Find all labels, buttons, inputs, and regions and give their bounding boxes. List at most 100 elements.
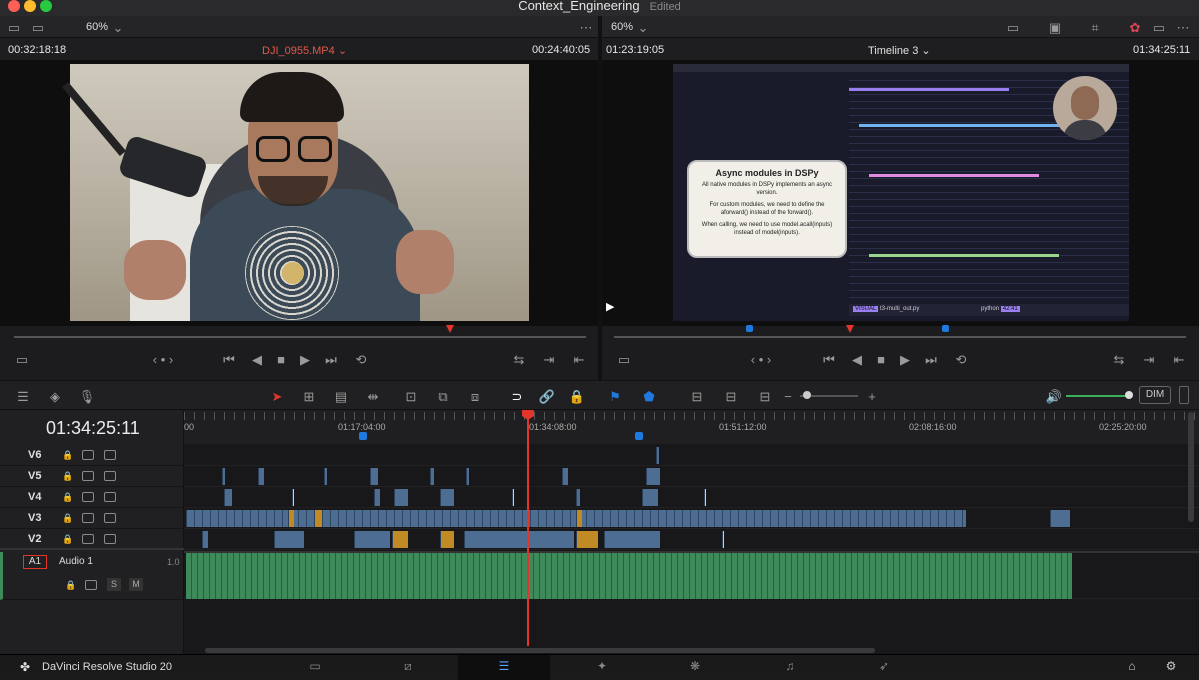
zoom-slider-handle[interactable] [803, 391, 811, 399]
video-clip[interactable] [274, 531, 304, 548]
source-playhead[interactable] [446, 325, 454, 333]
play-overlay-icon[interactable]: ▶ [606, 300, 618, 313]
video-clip[interactable] [722, 531, 724, 548]
hd-output-icon[interactable]: ▣ [1048, 20, 1062, 34]
track-header-v6[interactable]: V6 🔒 [0, 445, 184, 466]
dim-button[interactable]: DIM [1139, 386, 1171, 404]
lane-v5[interactable] [184, 466, 1199, 487]
video-clip[interactable] [656, 447, 659, 464]
auto-select-icon[interactable] [82, 471, 94, 481]
zoom-detail-icon[interactable]: ⊟ [720, 388, 742, 404]
marker[interactable] [359, 432, 367, 440]
marker[interactable] [635, 432, 643, 440]
loop-icon[interactable]: ⟲ [952, 348, 970, 370]
video-clip[interactable] [576, 489, 580, 506]
zoom-in-icon[interactable]: + [866, 388, 878, 404]
video-clip[interactable] [258, 468, 264, 485]
layout-icon[interactable]: ▭ [6, 20, 22, 34]
lock-icon[interactable]: 🔒 [62, 513, 74, 523]
track-header-v2[interactable]: V2 🔒 [0, 529, 184, 550]
marker[interactable] [746, 325, 753, 332]
settings-icon[interactable]: ⚙ [1161, 659, 1181, 675]
clip-view-icon[interactable]: ▭ [14, 348, 30, 370]
lane-v3[interactable] [184, 508, 1199, 529]
fairlight-icon[interactable]: ♫ [780, 659, 800, 675]
auto-select-icon[interactable] [85, 580, 97, 590]
video-clip[interactable] [440, 489, 454, 506]
more-options-icon[interactable]: ⋯ [578, 20, 594, 34]
video-clip[interactable] [512, 489, 514, 506]
auto-select-icon[interactable] [82, 513, 94, 523]
auto-select-icon[interactable] [82, 492, 94, 502]
blade-tool-icon[interactable]: ⇹ [362, 388, 384, 404]
timeline-ruler[interactable]: 00 01:17:04:00 01:34:08:00 01:51:12:00 0… [184, 410, 1199, 444]
home-icon[interactable]: ⌂ [1122, 659, 1142, 675]
lane-v2[interactable] [184, 529, 1199, 550]
video-clip[interactable] [562, 468, 568, 485]
volume-icon[interactable]: 🔊 [1046, 388, 1062, 404]
zoom-custom-icon[interactable]: ⊟ [754, 388, 776, 404]
cut-icon[interactable]: ⧄ [398, 659, 418, 675]
skip-end-icon[interactable]: ⏭ [922, 348, 940, 370]
video-clip[interactable] [224, 489, 232, 506]
track-visibility-icon[interactable] [104, 450, 116, 460]
track-visibility-icon[interactable] [104, 492, 116, 502]
mark-in-icon[interactable]: ⇥ [1140, 348, 1158, 370]
source-scrub-bar[interactable] [14, 336, 586, 338]
selection-tool-icon[interactable]: ➤ [268, 388, 286, 404]
link-icon[interactable]: 🔗 [538, 388, 556, 404]
track-visibility-icon[interactable] [104, 471, 116, 481]
program-viewer[interactable]: ▶ Async modules in DSPy All native modul… [602, 60, 1199, 326]
video-clip[interactable] [440, 531, 454, 548]
track-visibility-icon[interactable] [104, 534, 116, 544]
video-clip[interactable] [202, 531, 208, 548]
video-clip[interactable] [314, 510, 322, 527]
lane-a1[interactable] [184, 551, 1199, 599]
video-clip[interactable] [576, 510, 582, 527]
audio-track-id[interactable]: A1 [23, 555, 47, 569]
video-clip[interactable] [704, 489, 706, 506]
skip-start-icon[interactable]: ⏮ [220, 348, 238, 370]
track-header-a1[interactable]: A1 Audio 1 1.0 🔒 S M [0, 552, 184, 600]
reverse-play-icon[interactable]: ◀ [248, 348, 266, 370]
program-zoom[interactable]: 60% [611, 21, 633, 33]
transform-icon[interactable]: ⌗ [1088, 20, 1102, 34]
video-clip[interactable] [466, 468, 469, 485]
marker[interactable] [942, 325, 949, 332]
skip-end-icon[interactable]: ⏭ [322, 348, 340, 370]
marker-icon[interactable]: ⬟ [642, 388, 656, 404]
lane-v4[interactable] [184, 487, 1199, 508]
match-frame-icon[interactable]: ⇆ [1110, 348, 1128, 370]
video-clip[interactable] [576, 531, 598, 548]
reverse-play-icon[interactable]: ◀ [848, 348, 866, 370]
lock-icon[interactable]: 🔒 [65, 580, 77, 590]
audio-clip-run[interactable] [186, 553, 1072, 599]
timeline-selector[interactable]: Timeline 3 ⌄ [868, 44, 931, 57]
media-icon[interactable]: ▭ [305, 659, 325, 675]
video-clip[interactable] [392, 531, 408, 548]
video-clip[interactable] [324, 468, 327, 485]
audio-meter-icon[interactable]: ◈ [46, 388, 64, 404]
track-visibility-icon[interactable] [104, 513, 116, 523]
fullscreen-icon[interactable]: ▭ [1152, 20, 1166, 34]
more-options-icon[interactable]: ⋯ [1176, 20, 1190, 34]
viewer-mode-icon[interactable]: ▭ [1006, 20, 1020, 34]
source-zoom[interactable]: 60% [86, 21, 108, 33]
color-wheel-icon[interactable]: ✿ [1128, 20, 1142, 34]
video-clip[interactable] [646, 468, 660, 485]
edit-page-tab[interactable]: ☰ [458, 655, 550, 680]
lock-icon[interactable]: 🔒 [62, 534, 74, 544]
timeline-playhead[interactable] [527, 412, 529, 646]
track-header-v3[interactable]: V3 🔒 [0, 508, 184, 529]
vertical-scrollbar[interactable] [1188, 412, 1194, 522]
match-frame-icon[interactable]: ⇆ [510, 348, 528, 370]
track-header-v4[interactable]: V4 🔒 [0, 487, 184, 508]
stop-icon[interactable]: ■ [872, 348, 890, 370]
play-icon[interactable]: ▶ [896, 348, 914, 370]
lock-icon[interactable]: 🔒 [62, 471, 74, 481]
volume-slider[interactable] [1066, 395, 1128, 397]
zoom-full-icon[interactable]: ⊟ [686, 388, 708, 404]
video-clip[interactable] [464, 531, 574, 548]
position-lock-icon[interactable]: 🔒 [568, 388, 586, 404]
source-clip-selector[interactable]: DJI_0955.MP4 ⌄ [262, 44, 347, 57]
